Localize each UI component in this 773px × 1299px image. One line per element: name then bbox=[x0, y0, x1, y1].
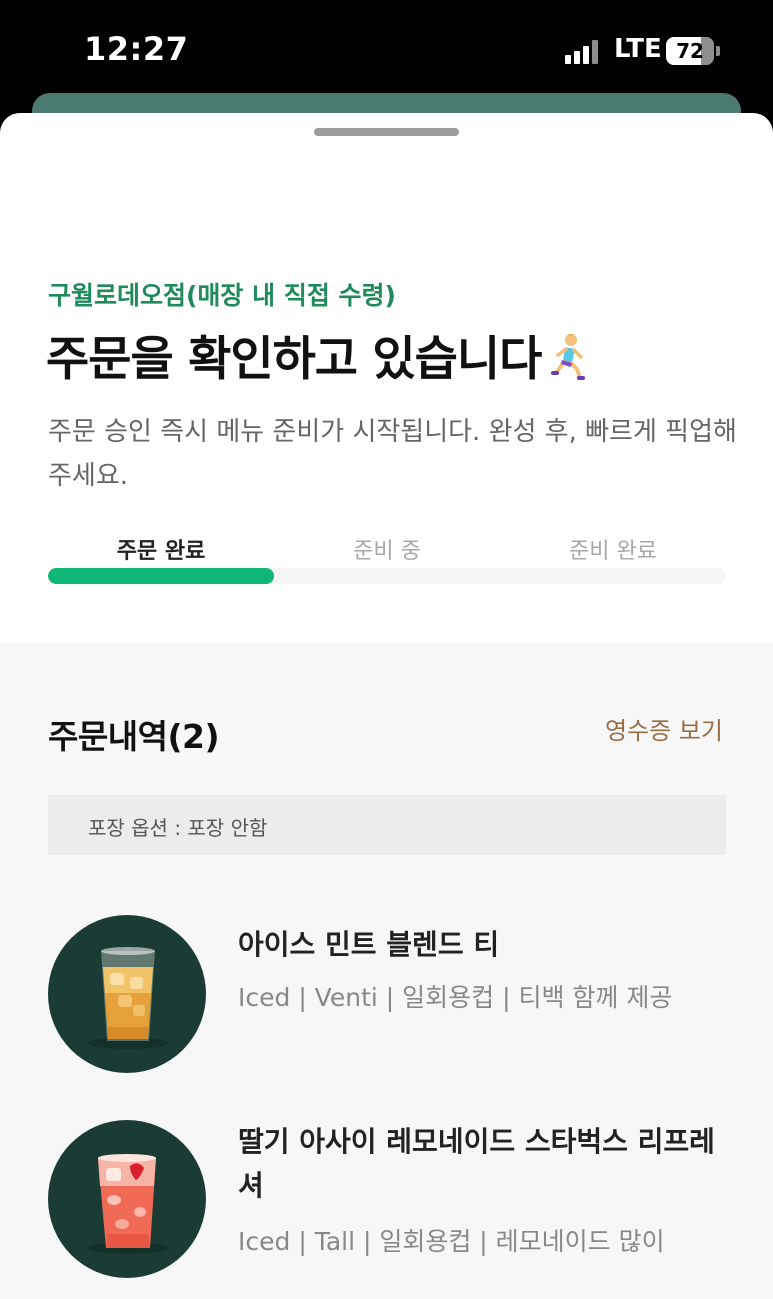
status-description: 주문 승인 즉시 메뉴 준비가 시작됩니다. 완성 후, 빠르게 픽업해 주세요… bbox=[48, 417, 737, 491]
order-history-section: 주문내역(2) 영수증 보기 포장 옵션 : 포장 안함 아이스 민트 블렌드 … bbox=[0, 643, 773, 1299]
progress-bar-fill bbox=[48, 568, 274, 584]
battery-icon: 72 bbox=[666, 37, 714, 65]
battery-cap bbox=[716, 46, 720, 56]
strawberry-refresher-icon bbox=[48, 1120, 206, 1278]
store-name: 구월로데오점(매장 내 직접 수령) bbox=[48, 281, 396, 310]
woman-running-icon bbox=[543, 331, 591, 381]
step-order-complete: 주문 완료 bbox=[116, 539, 206, 564]
pack-option-box: 포장 옵션 : 포장 안함 bbox=[48, 795, 726, 855]
order-item[interactable]: 아이스 민트 블렌드 티 Iced | Venti | 일회용컵 | 티백 함께… bbox=[48, 915, 726, 1075]
order-status-sheet: 구월로데오점(매장 내 직접 수령) 주문을 확인하고 있습니다 주문 승인 즉… bbox=[0, 113, 773, 1299]
order-item[interactable]: 딸기 아사이 레모네이드 스타벅스 리프레셔 Iced | Tall | 일회용… bbox=[48, 1120, 726, 1280]
iced-tea-icon bbox=[48, 915, 206, 1073]
status-title-text: 주문을 확인하고 있습니다 bbox=[46, 332, 542, 387]
progress-bar bbox=[48, 568, 726, 584]
item-options: Iced | Tall | 일회용컵 | 레모네이드 많이 bbox=[238, 1227, 665, 1256]
status-title: 주문을 확인하고 있습니다 bbox=[46, 320, 591, 389]
status-time: 12:27 bbox=[84, 30, 189, 68]
progress-steps: 주문 완료 준비 중 준비 완료 bbox=[48, 533, 726, 564]
step-preparing: 준비 중 bbox=[353, 539, 421, 564]
pack-option-text: 포장 옵션 : 포장 안함 bbox=[88, 816, 268, 840]
step-ready: 준비 완료 bbox=[569, 539, 657, 564]
network-label: LTE bbox=[614, 34, 662, 64]
view-receipt-link[interactable]: 영수증 보기 bbox=[605, 711, 723, 746]
signal-icon bbox=[565, 38, 598, 64]
item-name: 딸기 아사이 레모네이드 스타벅스 리프레셔 bbox=[238, 1125, 715, 1202]
status-bar: 12:27 LTE 72 bbox=[0, 0, 773, 100]
item-options: Iced | Venti | 일회용컵 | 티백 함께 제공 bbox=[238, 983, 673, 1012]
order-history-title: 주문내역(2) bbox=[48, 717, 220, 756]
battery-level: 72 bbox=[676, 39, 704, 63]
item-name: 아이스 민트 블렌드 티 bbox=[238, 928, 500, 961]
sheet-grabber[interactable] bbox=[314, 128, 459, 136]
